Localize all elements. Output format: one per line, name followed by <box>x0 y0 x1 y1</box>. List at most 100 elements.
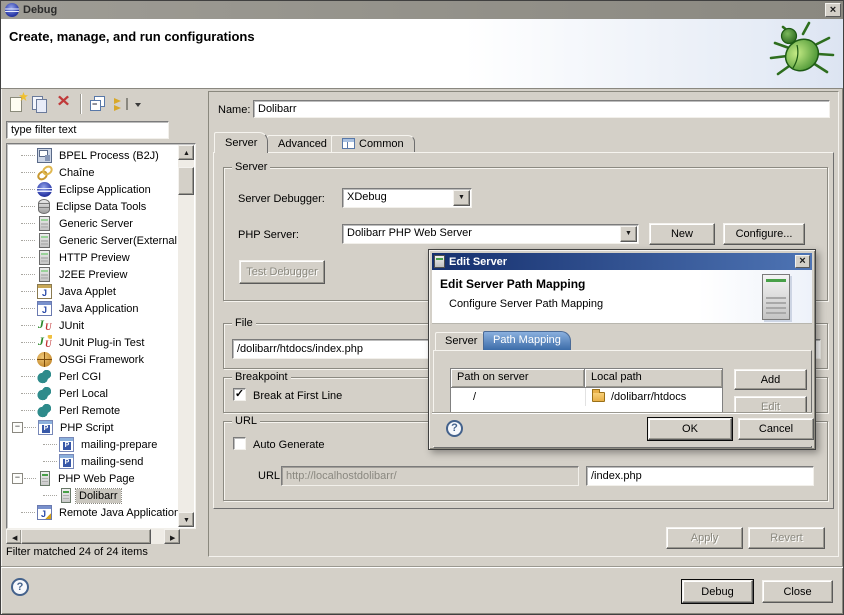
tree-item[interactable]: JUnit <box>8 317 178 334</box>
perl-icon <box>37 403 52 418</box>
debug-configurations-window: Debug × Create, manage, and run configur… <box>0 0 844 615</box>
duplicate-icon[interactable] <box>31 95 49 113</box>
filter-configurations-icon[interactable] <box>112 95 130 113</box>
tree-item[interactable]: OSGi Framework <box>8 351 178 368</box>
tree-item[interactable]: Perl Local <box>8 385 178 402</box>
help-icon[interactable]: ? <box>11 578 29 596</box>
window-titlebar: Debug × <box>1 1 844 19</box>
tree-item[interactable]: Java Applet <box>8 283 178 300</box>
server-icon <box>39 250 50 265</box>
junit-plugin-icon <box>37 335 52 350</box>
tree-item[interactable]: Generic Server(External La <box>8 232 178 249</box>
debug-bug-icon <box>767 21 837 83</box>
perl-icon <box>37 369 52 384</box>
tree-item[interactable]: PHP Web Page <box>8 470 178 487</box>
scroll-right-icon[interactable] <box>164 529 180 544</box>
filter-input[interactable] <box>6 121 169 139</box>
new-server-button[interactable]: New <box>649 223 715 245</box>
break-first-line-label: Break at First Line <box>253 390 342 402</box>
dialog-title: Edit Server <box>449 256 507 268</box>
tree-horizontal-scrollbar <box>6 529 180 544</box>
auto-generate-checkbox[interactable] <box>233 437 246 450</box>
server-debugger-select[interactable]: XDebug <box>342 188 472 208</box>
java-application-icon <box>37 301 52 316</box>
debug-button[interactable]: Debug <box>682 580 753 603</box>
configure-server-button[interactable]: Configure... <box>723 223 805 245</box>
tree-item[interactable]: Eclipse Data Tools <box>8 198 178 215</box>
tree-item[interactable]: Remote Java Application <box>8 504 178 521</box>
window-close-button[interactable]: × <box>825 3 841 17</box>
revert-button: Revert <box>748 527 825 549</box>
php-server-label: PHP Server: <box>238 229 299 241</box>
scroll-down-icon[interactable] <box>178 512 194 527</box>
chevron-down-icon[interactable] <box>620 226 637 242</box>
dialog-titlebar: Edit Server × <box>432 253 812 270</box>
scrollbar-corner <box>180 529 196 544</box>
configuration-tree: BPEL Process (B2J) Chaîne Eclipse Applic… <box>6 143 196 529</box>
chevron-down-icon[interactable] <box>453 190 470 206</box>
dialog-tab-server[interactable]: Server <box>435 332 487 350</box>
scroll-left-icon[interactable] <box>6 529 22 544</box>
url-base-input <box>281 466 579 486</box>
server-group-title: Server <box>232 161 270 173</box>
dialog-subheading: Configure Server Path Mapping <box>449 298 603 310</box>
expander-icon[interactable] <box>12 473 23 484</box>
server-icon <box>39 233 50 248</box>
break-first-line-checkbox[interactable]: ✓ <box>233 388 246 401</box>
ok-button[interactable]: OK <box>648 418 732 440</box>
dialog-tab-path-mapping[interactable]: Path Mapping <box>483 331 571 350</box>
tree-item[interactable]: PHP Script <box>8 419 178 436</box>
dialog-help-icon[interactable]: ? <box>446 420 463 437</box>
collapse-all-icon[interactable] <box>89 95 107 113</box>
tree-item[interactable]: mailing-send <box>8 453 178 470</box>
tree-item[interactable]: Java Application <box>8 300 178 317</box>
column-header-path-on-server[interactable]: Path on server <box>451 369 585 388</box>
php-file-icon <box>59 454 74 469</box>
perl-icon <box>37 386 52 401</box>
tree-item[interactable]: J2EE Preview <box>8 266 178 283</box>
tree-item[interactable]: Eclipse Application <box>8 181 178 198</box>
scroll-up-icon[interactable] <box>178 145 194 160</box>
tree-item[interactable]: BPEL Process (B2J) <box>8 147 178 164</box>
dialog-close-button[interactable]: × <box>795 255 810 268</box>
eclipse-logo-icon <box>5 3 19 17</box>
php-file-icon <box>59 437 74 452</box>
delete-icon[interactable] <box>56 95 74 113</box>
name-label: Name: <box>218 104 250 116</box>
url-path-input[interactable] <box>586 466 814 486</box>
server-icon <box>39 216 50 231</box>
tab-common[interactable]: Common <box>331 135 415 153</box>
tree-item[interactable]: JUnit Plug-in Test <box>8 334 178 351</box>
tree-item[interactable]: Perl CGI <box>8 368 178 385</box>
add-mapping-button[interactable]: Add <box>734 369 807 390</box>
tree-item[interactable]: Generic Server <box>8 215 178 232</box>
close-button[interactable]: Close <box>762 580 833 603</box>
table-row[interactable]: / /dolibarr/htdocs <box>451 388 722 406</box>
php-server-select[interactable]: Dolibarr PHP Web Server <box>342 224 639 244</box>
auto-generate-label: Auto Generate <box>253 439 325 451</box>
tree-item-selected[interactable]: Dolibarr <box>8 487 178 504</box>
view-menu-caret-icon[interactable] <box>134 95 144 113</box>
tree-item[interactable]: Chaîne <box>8 164 178 181</box>
dialog-heading: Edit Server Path Mapping <box>440 277 585 291</box>
junit-icon <box>37 318 52 333</box>
footer-separator <box>1 566 844 568</box>
expander-icon[interactable] <box>12 422 23 433</box>
file-group-title: File <box>232 317 256 329</box>
scrollbar-thumb[interactable] <box>21 529 151 544</box>
tree-item[interactable]: HTTP Preview <box>8 249 178 266</box>
tree-item[interactable]: Perl Remote <box>8 402 178 419</box>
filter-status-text: Filter matched 24 of 24 items <box>6 546 148 558</box>
scrollbar-thumb[interactable] <box>178 167 194 195</box>
folder-icon <box>592 392 605 402</box>
tab-server[interactable]: Server <box>214 132 268 153</box>
server-tower-icon <box>762 274 790 320</box>
column-header-local-path[interactable]: Local path <box>585 369 722 388</box>
edit-server-dialog: Edit Server × Edit Server Path Mapping C… <box>428 249 816 450</box>
tree-vertical-scrollbar <box>178 145 194 527</box>
name-input[interactable] <box>253 100 830 118</box>
cancel-button[interactable]: Cancel <box>738 418 814 440</box>
tab-advanced[interactable]: Advanced <box>267 135 338 153</box>
new-configuration-icon[interactable] <box>8 95 26 113</box>
tree-item[interactable]: mailing-prepare <box>8 436 178 453</box>
